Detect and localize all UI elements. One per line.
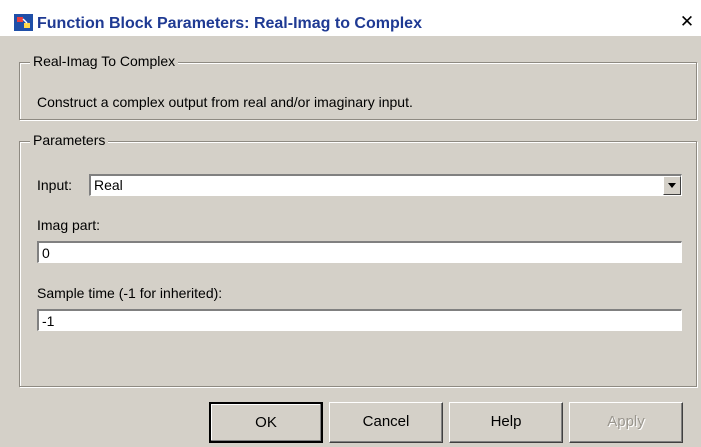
input-select[interactable]: Real [89,174,682,196]
apply-button[interactable]: Apply [569,402,683,443]
sample-time-input[interactable] [39,311,681,330]
cancel-button[interactable]: Cancel [329,402,443,443]
window-title: Function Block Parameters: Real-Imag to … [37,15,422,32]
chevron-down-icon [668,183,676,188]
close-button[interactable]: ✕ [678,13,696,31]
ok-button[interactable]: OK [209,402,323,443]
description-group-legend: Real-Imag To Complex [30,53,179,69]
simulink-block-icon [14,14,33,31]
input-dropdown-button[interactable] [663,176,681,195]
input-label: Input: [37,177,73,193]
block-description: Construct a complex output from real and… [37,94,413,110]
help-button[interactable]: Help [449,402,563,443]
close-icon: ✕ [679,12,695,31]
sample-time-field[interactable] [37,309,682,331]
input-select-value: Real [94,177,123,193]
imag-part-field[interactable] [37,241,682,263]
parameters-group: Parameters Input: Real Imag part: Sample… [19,132,697,387]
imag-part-label: Imag part: [37,217,101,233]
sample-time-label: Sample time (-1 for inherited): [37,285,223,301]
imag-part-input[interactable] [39,243,681,262]
parameters-group-legend: Parameters [30,132,109,148]
description-group: Real-Imag To Complex Construct a complex… [19,53,697,120]
title-bar[interactable]: Function Block Parameters: Real-Imag to … [0,0,701,36]
